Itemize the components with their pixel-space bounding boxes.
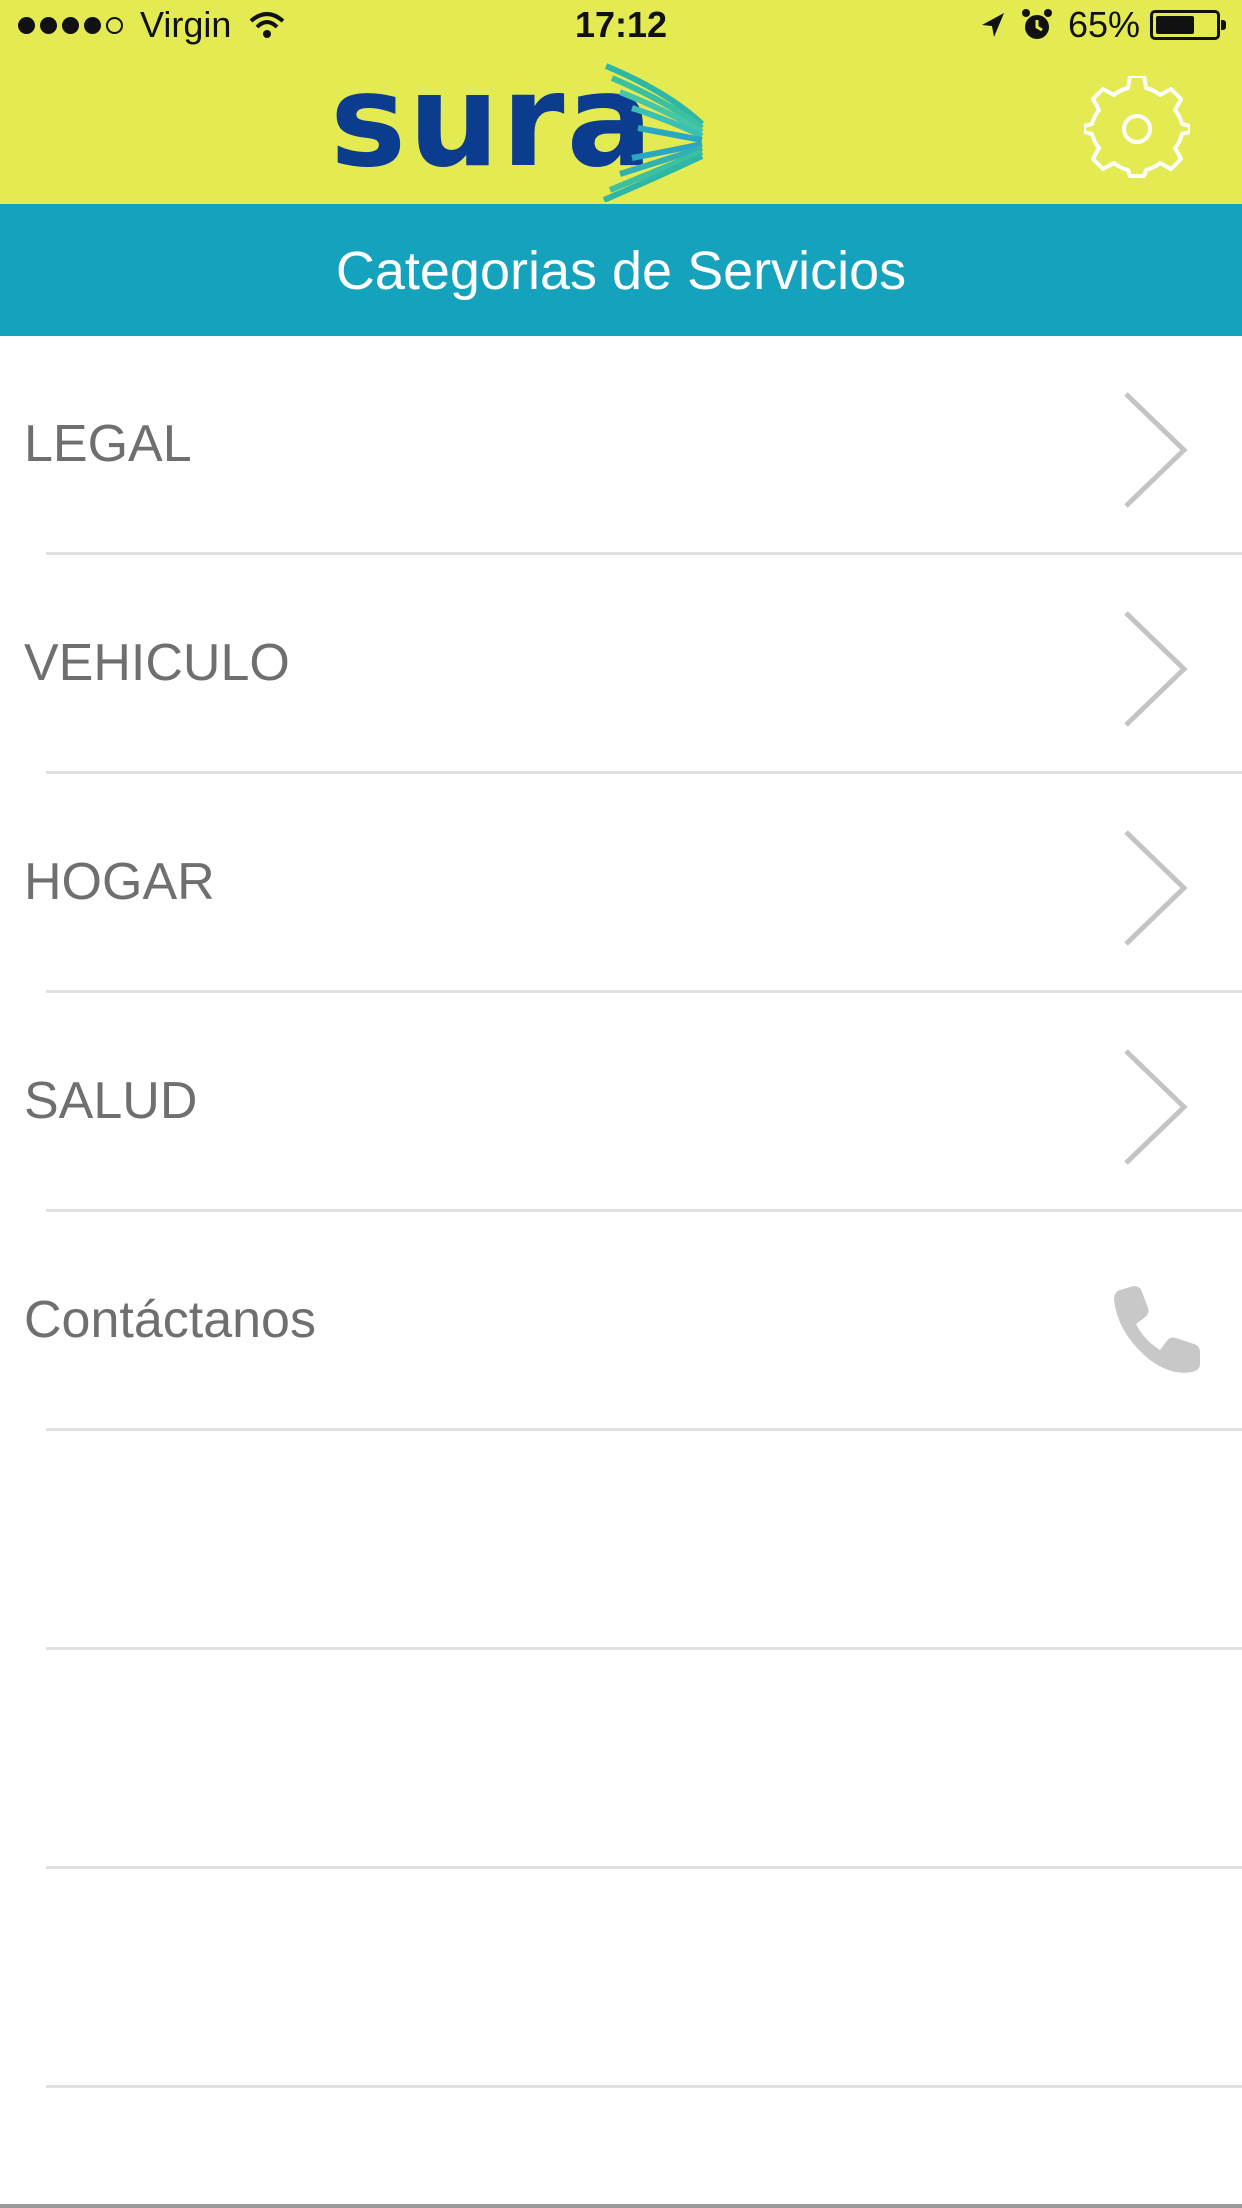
list-item-legal[interactable]: LEGAL (0, 336, 1242, 555)
logo-wing-icon (602, 63, 705, 202)
battery-icon (1150, 10, 1226, 40)
phone-icon (1114, 1286, 1200, 1373)
list-item-contactanos[interactable]: Contáctanos (0, 1212, 1242, 1431)
location-arrow-icon (981, 13, 1004, 37)
divider (46, 2085, 1242, 2088)
list-item-label: LEGAL (24, 415, 192, 473)
chevron-right-icon (1124, 830, 1188, 946)
chevron-right-icon (1124, 1049, 1188, 1165)
chevron-right-icon (1124, 392, 1188, 508)
list-item-empty (0, 1869, 1242, 2088)
list-item-label: VEHICULO (24, 634, 290, 692)
list-item-empty (0, 1650, 1242, 1869)
categories-list: LEGAL VEHICULO HOGAR SALUD Contáctanos (0, 336, 1242, 2088)
battery-percent: 65% (1067, 4, 1140, 45)
alarm-icon (1021, 9, 1052, 39)
settings-button[interactable] (1082, 74, 1192, 182)
list-item-label: SALUD (24, 1072, 198, 1130)
chevron-right-icon (1124, 611, 1188, 727)
sura-logo: sura (330, 58, 730, 202)
list-item-hogar[interactable]: HOGAR (0, 774, 1242, 993)
list-item-vehiculo[interactable]: VEHICULO (0, 555, 1242, 774)
status-bar: Virgin 17:12 65% (0, 0, 1242, 52)
list-item-empty (0, 1431, 1242, 1650)
bottom-border (0, 2204, 1242, 2208)
section-header: Categorias de Servicios (0, 204, 1242, 336)
list-item-salud[interactable]: SALUD (0, 993, 1242, 1212)
list-item-label: Contáctanos (24, 1291, 316, 1349)
list-item-label: HOGAR (24, 853, 215, 911)
gear-icon (1082, 74, 1192, 178)
page-title: Categorias de Servicios (335, 241, 907, 301)
app-header: Virgin 17:12 65% sura (0, 0, 1242, 204)
